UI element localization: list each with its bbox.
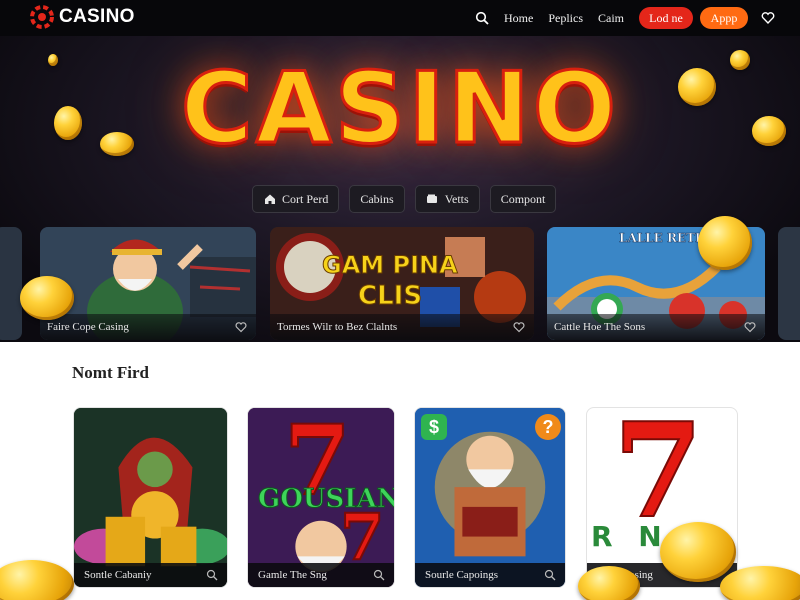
favorite-icon[interactable] — [513, 321, 525, 333]
favorite-icon[interactable] — [544, 569, 556, 581]
section-title: Nomt Fird — [72, 363, 149, 382]
pill-vetts[interactable]: Vetts — [414, 185, 480, 213]
favorite-icon[interactable] — [744, 321, 756, 333]
house-icon — [263, 193, 276, 206]
pill-label: Compont — [500, 191, 546, 206]
favorite-icon[interactable] — [206, 569, 218, 581]
login-button[interactable]: Lod ne — [639, 7, 693, 29]
hero-card[interactable]: GAM PINA CLIS Tormes Wilr to Bez Clalnts — [270, 227, 534, 340]
favorite-icon[interactable] — [235, 321, 247, 333]
main-nav: Home Peplics Caim Lod ne Appp — [472, 7, 778, 29]
pill-cabins[interactable]: Cabins — [349, 185, 405, 213]
wallet-icon — [426, 193, 439, 206]
card-caption: Tormes Wilr to Bez Clalnts — [270, 314, 534, 340]
search-icon[interactable] — [472, 8, 492, 28]
brand-logo[interactable]: CASINO — [30, 5, 135, 29]
game-tile[interactable]: $ ? Sourle Capoings — [414, 407, 566, 588]
card-caption: Faire Cope Casing — [40, 314, 256, 340]
pill-cort-perd[interactable]: Cort Perd — [252, 185, 340, 213]
hooded-character-artwork — [74, 408, 227, 587]
nav-link-peplics[interactable]: Peplics — [548, 11, 583, 26]
favorites-icon[interactable] — [758, 8, 778, 28]
pill-label: Cort Perd — [282, 191, 329, 206]
tile-caption: Sourle Capoings — [415, 563, 565, 587]
gold-coin-decoration — [698, 216, 752, 270]
game-tile[interactable]: 7 GOUSIAN 7 Gamle The Sng — [247, 407, 395, 588]
gold-coin-decoration — [660, 522, 736, 582]
gold-coin-decoration — [20, 276, 74, 320]
pill-compont[interactable]: Compont — [489, 185, 557, 213]
nav-link-caim[interactable]: Caim — [598, 11, 624, 26]
favorite-icon[interactable] — [373, 569, 385, 581]
nav-link-home[interactable]: Home — [504, 11, 533, 26]
question-badge-icon: ? — [535, 414, 561, 440]
hero-card[interactable]: Faire Cope Casing — [40, 227, 256, 340]
tile-caption: Sontle Cabaniy — [74, 563, 227, 587]
dollar-badge-icon: $ — [421, 414, 447, 440]
top-navigation-bar: CASINO Home Peplics Caim Lod ne Appp — [0, 0, 800, 36]
brand-name: CASINO — [59, 6, 135, 27]
card-art-title-line2: CLIS — [357, 281, 423, 312]
card-caption: Cattle Hoe The Sons — [547, 314, 765, 340]
category-pills: Cort Perd Cabins Vetts Compont — [252, 185, 557, 213]
hero-banner: CASINO Cort Perd Cabins Vetts Compont Fa… — [0, 36, 800, 342]
hero-card-partial-right[interactable] — [778, 227, 800, 340]
gold-coin-decoration — [0, 560, 74, 600]
pill-label: Cabins — [360, 191, 394, 206]
casino-chip-icon — [30, 5, 54, 29]
hero-title: CASINO — [179, 51, 620, 168]
game-tile[interactable]: Sontle Cabaniy — [73, 407, 228, 588]
card-art-title-line1: GAM PINA — [322, 251, 459, 280]
pill-label: Vetts — [444, 191, 469, 206]
gold-coin-decoration — [578, 566, 640, 600]
hero-card-partial-left[interactable] — [0, 227, 22, 340]
app-button[interactable]: Appp — [700, 7, 748, 29]
tile-art-title: R N — [591, 520, 670, 553]
